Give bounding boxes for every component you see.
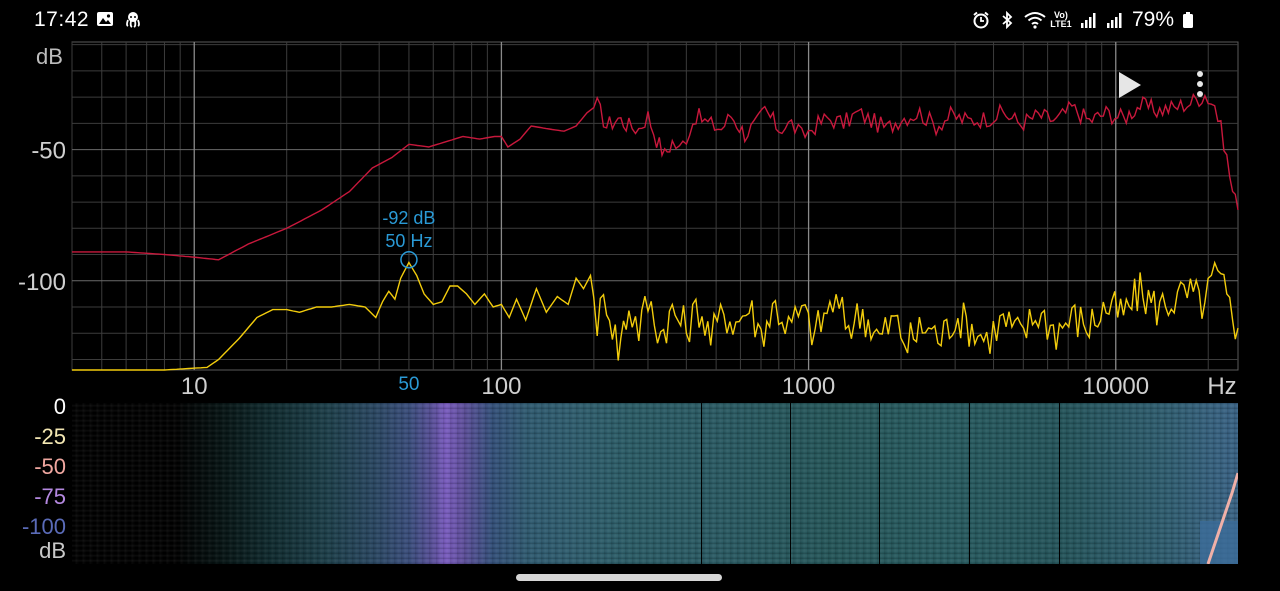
home-indicator[interactable] (516, 574, 722, 581)
x-tick-label: 10 (181, 373, 208, 400)
series-line-red (72, 92, 1239, 261)
more-options-icon[interactable] (1188, 68, 1212, 102)
image-icon (96, 10, 114, 28)
spectrogram[interactable] (72, 403, 1238, 564)
alarm-icon (972, 11, 990, 29)
signal-icon (1080, 11, 1098, 29)
status-bar: 17:42 Vo) LTE1 79% (0, 0, 1280, 40)
y-tick-label: -100 (18, 269, 66, 296)
series-line-yellow (72, 260, 1239, 371)
spectrogram-scale: 0 -25 -50 -75 -100 dB (0, 392, 72, 567)
x-axis-unit-label: Hz (1207, 373, 1236, 400)
spectrum-plot[interactable]: 10 100 1000 10000 Hz 50 -50 -100 -92 dB 50 Hz (0, 40, 1280, 400)
bluetooth-icon (998, 10, 1016, 30)
x-tick-label: 1000 (782, 373, 835, 400)
x-tick-label: 10000 (1082, 373, 1149, 400)
spectrogram-scale-unit: dB (39, 538, 66, 563)
wifi-icon (1024, 11, 1046, 29)
spectrogram-scale-label-0: 0 (53, 394, 66, 419)
status-time: 17:42 (34, 8, 90, 31)
spectrogram-scale-label-75: -75 (34, 484, 66, 509)
spectrogram-scale-label-50: -50 (34, 454, 66, 479)
battery-percent: 79% (1131, 8, 1174, 31)
spectrum-analyzer-app: 17:42 Vo) LTE1 79% 10 100 1000 10000 Hz … (0, 0, 1280, 591)
signal-icon-2 (1106, 11, 1124, 29)
volte-icon: Vo) LTE1 (1050, 10, 1072, 29)
spectrogram-scale-label-100: -100 (21, 514, 66, 539)
play-icon[interactable] (1116, 70, 1144, 100)
spectrogram-scale-label-25: -25 (34, 424, 66, 449)
y-tick-label: -50 (31, 138, 66, 165)
octopus-icon (124, 10, 142, 28)
spectrogram-sweep-trace (1200, 472, 1238, 564)
peak-marker-hz-label: 50 Hz (385, 231, 432, 251)
battery-icon (1182, 11, 1200, 29)
y-axis-unit-label: dB (36, 44, 63, 69)
peak-marker-db-label: -92 dB (382, 208, 435, 228)
plot-frame (71, 41, 1239, 371)
x-tick-label: 100 (481, 373, 521, 400)
marker-x-tick-label: 50 (398, 374, 419, 395)
spectrum-chart-svg: 10 100 1000 10000 Hz 50 -50 -100 -92 dB 50 Hz (18, 41, 1239, 400)
